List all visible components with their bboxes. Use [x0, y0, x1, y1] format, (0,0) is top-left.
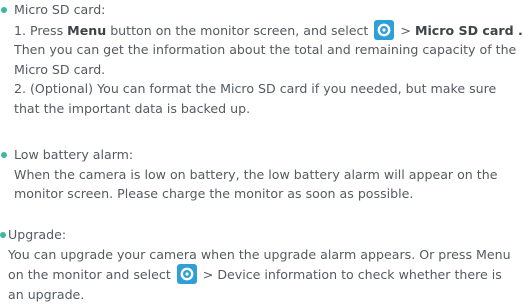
- microsd-body: 1. Press Menu button on the monitor scre…: [0, 19, 523, 119]
- upgrade-line2: on the monitor and select > Device infor…: [8, 264, 523, 285]
- bullet-icon: [1, 7, 7, 13]
- microsd-line4: 2. (Optional) You can format the Micro S…: [14, 81, 497, 96]
- battery-body: When the camera is low on battery, the l…: [0, 165, 523, 204]
- battery-line1: When the camera is low on battery, the l…: [14, 166, 498, 182]
- bullet-icon: [1, 152, 7, 158]
- section-microsd: Micro SD card: 1. Press Menu button on t…: [0, 0, 523, 118]
- microsd-heading-row: Micro SD card:: [0, 0, 523, 20]
- menu-button-label: Menu: [67, 22, 107, 38]
- upgrade-line2-text: on the monitor and select: [8, 267, 175, 282]
- microsd-line5: that the important data is backed up.: [14, 100, 251, 116]
- battery-heading-row: Low battery alarm:: [0, 145, 523, 165]
- upgrade-body: You can upgrade your camera when the upg…: [0, 245, 523, 305]
- battery-line2: monitor screen. Please charge the monito…: [14, 186, 414, 201]
- upgrade-line2-text2: > Device information to check whether th…: [198, 267, 502, 282]
- upgrade-heading-row: Upgrade:: [0, 225, 523, 245]
- section-battery: Low battery alarm: When the camera is lo…: [0, 145, 523, 204]
- upgrade-heading: Upgrade:: [8, 227, 67, 242]
- microsd-line3: Micro SD card.: [14, 61, 106, 77]
- microsd-line2: Then you can get the information about t…: [14, 42, 517, 57]
- microsd-arrow: >: [396, 22, 415, 38]
- upgrade-line3: an upgrade.: [8, 286, 85, 302]
- bullet-icon: [0, 232, 6, 238]
- battery-heading: Low battery alarm:: [14, 147, 134, 162]
- upgrade-line1: You can upgrade your camera when the upg…: [8, 246, 511, 262]
- microsd-step1-text2: button on the monitor screen, and select: [106, 22, 373, 38]
- microsd-step1: 1. Press Menu button on the monitor scre…: [14, 19, 523, 41]
- microsd-heading: Micro SD card:: [14, 2, 106, 17]
- microsd-step1-text: 1. Press: [14, 22, 68, 38]
- settings-gear-icon: [176, 264, 197, 284]
- section-upgrade: Upgrade: You can upgrade your camera whe…: [0, 225, 523, 304]
- settings-gear-icon: [374, 19, 395, 40]
- microsd-card-label: Micro SD card .: [414, 22, 523, 38]
